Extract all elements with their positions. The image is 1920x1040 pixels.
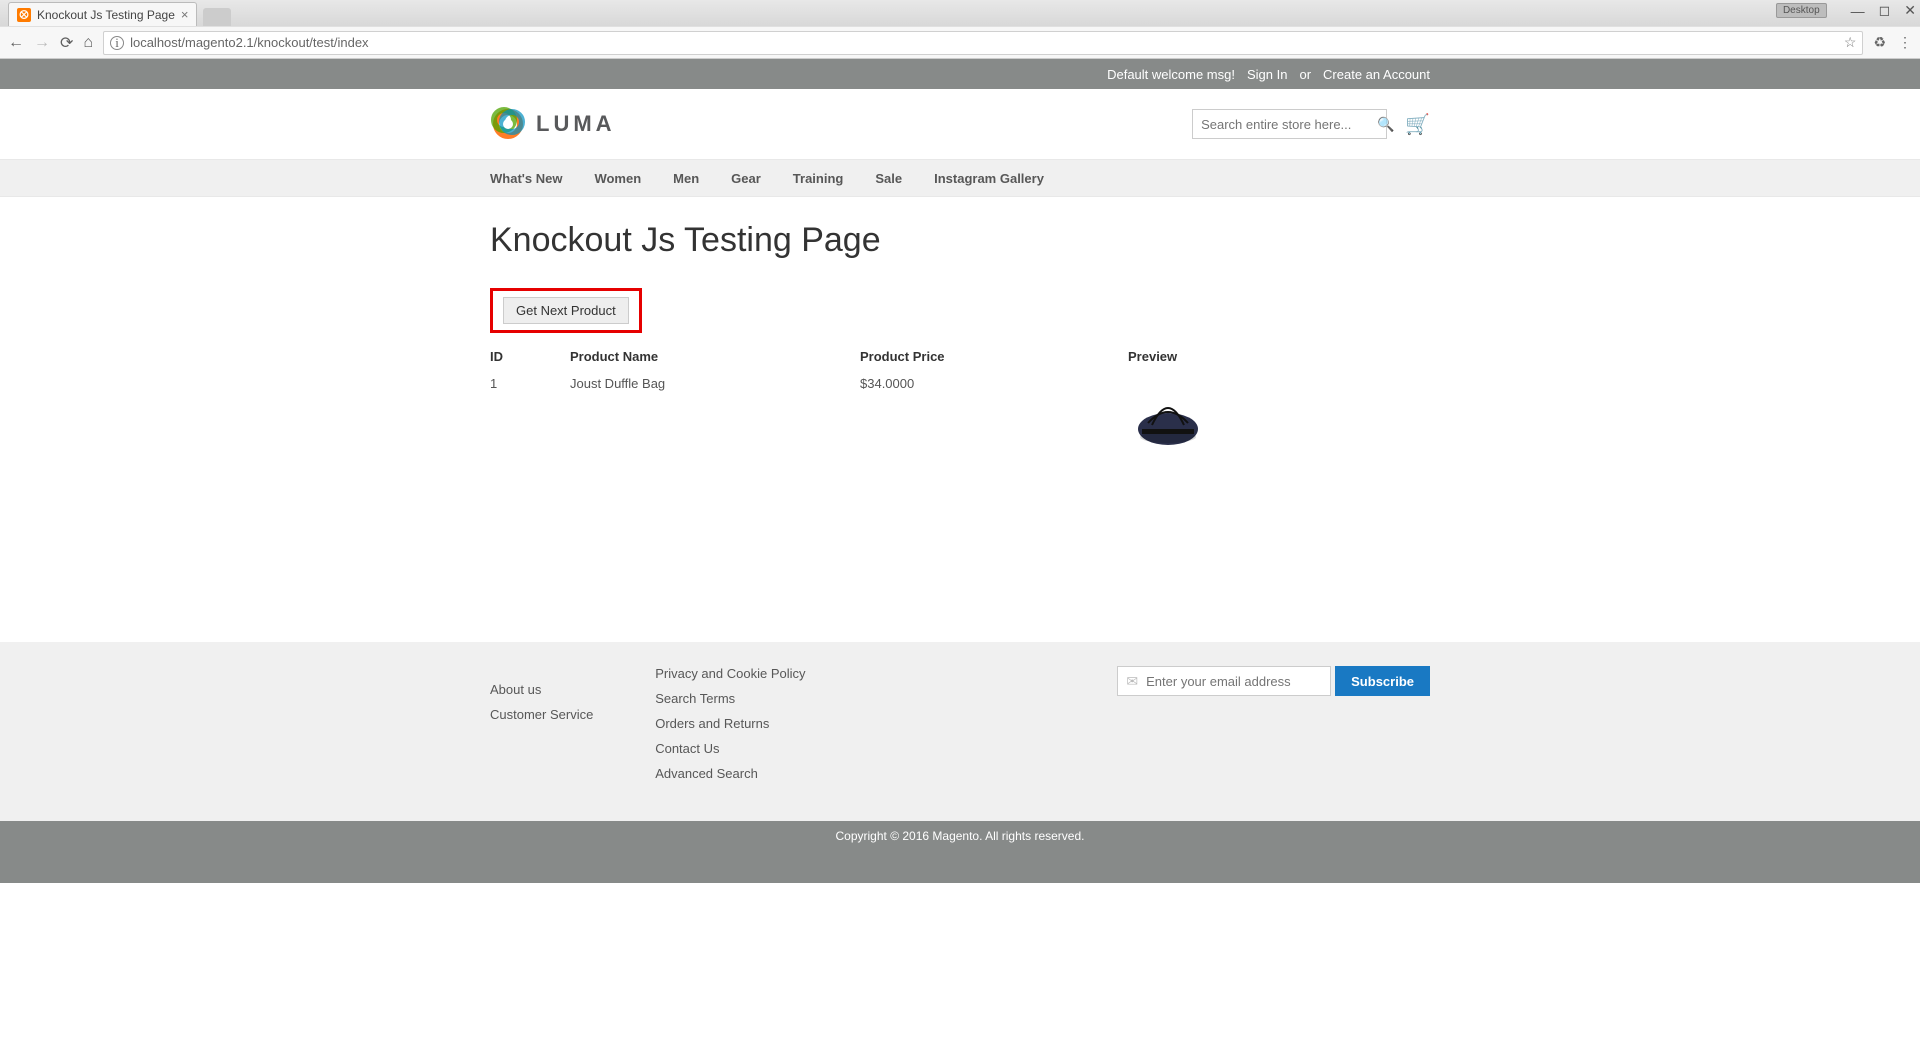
back-icon[interactable]: ← [8, 34, 24, 52]
reload-icon[interactable]: ⟳ [60, 33, 73, 53]
main-content: Knockout Js Testing Page Get Next Produc… [475, 221, 1445, 462]
footer-col-1: About us Customer Service [490, 666, 655, 781]
header-price: Product Price [860, 349, 1128, 364]
footer-subscribe: ✉ Subscribe [1117, 666, 1430, 781]
nav-item-sale[interactable]: Sale [875, 171, 902, 186]
close-window-icon[interactable]: ✕ [1904, 2, 1916, 19]
bookmark-star-icon[interactable]: ☆ [1844, 34, 1857, 51]
url-input[interactable] [130, 35, 1838, 50]
browser-tab[interactable]: ⨂ Knockout Js Testing Page × [8, 2, 197, 26]
forward-icon[interactable]: → [34, 34, 50, 52]
footer-link-orders[interactable]: Orders and Returns [655, 716, 1117, 731]
cell-preview [1128, 376, 1430, 456]
address-bar: ← → ⟳ ⌂ i ☆ ♻ ⋮ [0, 26, 1920, 58]
nav-item-whats-new[interactable]: What's New [490, 171, 562, 186]
product-table: ID Product Name Product Price Preview 1 … [490, 343, 1430, 462]
newsletter-email-box[interactable]: ✉ [1117, 666, 1331, 696]
or-text: or [1299, 67, 1311, 82]
logo-text: LUMA [536, 111, 616, 137]
footer: About us Customer Service Privacy and Co… [0, 642, 1920, 821]
cell-name: Joust Duffle Bag [570, 376, 860, 456]
newsletter-email-input[interactable] [1146, 674, 1322, 689]
tab-bar: ⨂ Knockout Js Testing Page × Desktop — ◻… [0, 0, 1920, 26]
header-name: Product Name [570, 349, 860, 364]
search-icon[interactable]: 🔍 [1377, 116, 1394, 133]
get-next-product-button[interactable]: Get Next Product [503, 297, 629, 324]
footer-link-contact[interactable]: Contact Us [655, 741, 1117, 756]
nav-item-men[interactable]: Men [673, 171, 699, 186]
copyright-bar: Copyright © 2016 Magento. All rights res… [0, 821, 1920, 883]
nav-item-instagram[interactable]: Instagram Gallery [934, 171, 1044, 186]
minimize-icon[interactable]: — [1851, 3, 1865, 19]
header-panel: Default welcome msg! Sign In or Create a… [0, 59, 1920, 89]
footer-link-privacy[interactable]: Privacy and Cookie Policy [655, 666, 1117, 681]
nav-item-training[interactable]: Training [793, 171, 844, 186]
window-controls: Desktop — ◻ ✕ [1776, 2, 1916, 19]
header-preview: Preview [1128, 349, 1430, 364]
create-account-link[interactable]: Create an Account [1323, 67, 1430, 82]
header-main: LUMA 🔍 🛒 [0, 89, 1920, 159]
info-icon[interactable]: i [110, 36, 124, 50]
abp-icon[interactable]: ♻ [1873, 34, 1886, 51]
table-header-row: ID Product Name Product Price Preview [490, 343, 1430, 370]
main-nav: What's New Women Men Gear Training Sale … [0, 159, 1920, 197]
mail-icon: ✉ [1126, 673, 1138, 690]
footer-link-about[interactable]: About us [490, 682, 655, 697]
menu-icon[interactable]: ⋮ [1898, 34, 1912, 51]
welcome-message: Default welcome msg! [1107, 67, 1235, 82]
new-tab-button[interactable] [203, 8, 231, 26]
sign-in-link[interactable]: Sign In [1247, 67, 1287, 82]
footer-link-search-terms[interactable]: Search Terms [655, 691, 1117, 706]
footer-col-2: Privacy and Cookie Policy Search Terms O… [655, 666, 1117, 781]
product-preview-image [1128, 376, 1208, 456]
copyright-text: Copyright © 2016 Magento. All rights res… [836, 829, 1085, 843]
home-icon[interactable]: ⌂ [83, 34, 93, 52]
table-row: 1 Joust Duffle Bag $34.0000 [490, 370, 1430, 462]
search-box[interactable]: 🔍 [1192, 109, 1387, 139]
maximize-icon[interactable]: ◻ [1879, 2, 1891, 19]
cell-price: $34.0000 [860, 376, 1128, 456]
desktop-badge: Desktop [1776, 3, 1827, 18]
highlighted-button-frame: Get Next Product [490, 288, 642, 333]
xampp-favicon-icon: ⨂ [17, 8, 31, 22]
logo[interactable]: LUMA [490, 106, 616, 142]
subscribe-button[interactable]: Subscribe [1335, 666, 1430, 696]
nav-item-women[interactable]: Women [594, 171, 641, 186]
luma-logo-icon [490, 106, 526, 142]
search-input[interactable] [1201, 117, 1377, 132]
footer-link-advanced-search[interactable]: Advanced Search [655, 766, 1117, 781]
close-tab-icon[interactable]: × [181, 7, 189, 22]
header-id: ID [490, 349, 570, 364]
cell-id: 1 [490, 376, 570, 456]
cart-icon[interactable]: 🛒 [1405, 112, 1430, 137]
tab-title: Knockout Js Testing Page [37, 8, 175, 22]
page-title: Knockout Js Testing Page [490, 221, 1430, 260]
nav-item-gear[interactable]: Gear [731, 171, 761, 186]
omnibox[interactable]: i ☆ [103, 31, 1863, 55]
browser-chrome: ⨂ Knockout Js Testing Page × Desktop — ◻… [0, 0, 1920, 59]
footer-link-customer-service[interactable]: Customer Service [490, 707, 655, 722]
